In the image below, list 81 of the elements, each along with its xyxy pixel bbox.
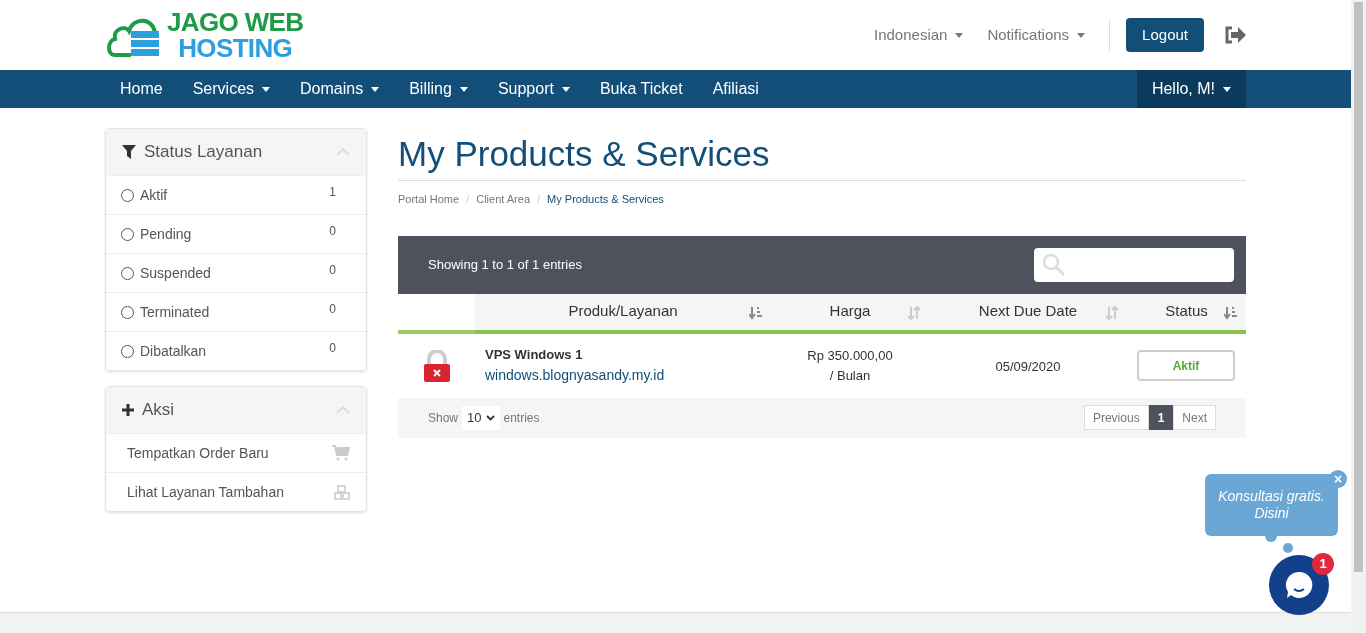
sort-icon bbox=[907, 305, 921, 320]
action-item[interactable]: Lihat Layanan Tambahan bbox=[106, 472, 366, 511]
count: 0 bbox=[329, 301, 336, 318]
entries-label: entries bbox=[503, 409, 540, 427]
panel-title: Status Layanan bbox=[144, 141, 263, 164]
entries-info: Showing 1 to 1 of 1 entries bbox=[428, 255, 582, 274]
breadcrumb-link[interactable]: Portal Home bbox=[398, 191, 460, 208]
caret-icon bbox=[459, 86, 468, 92]
chevron-down-icon bbox=[485, 414, 495, 421]
action-item[interactable]: Tempatkan Order Baru bbox=[106, 433, 366, 472]
sort-icon bbox=[1224, 305, 1238, 320]
column-header[interactable]: Status bbox=[1127, 293, 1246, 334]
page-button[interactable]: 1 bbox=[1148, 405, 1174, 430]
status-filter-item[interactable]: Pending 0 bbox=[106, 214, 366, 253]
notification-badge: 1 bbox=[1312, 553, 1334, 575]
nav-item[interactable]: Buka Ticket bbox=[584, 70, 698, 108]
nav-item[interactable]: Billing bbox=[394, 70, 483, 108]
cart-icon bbox=[332, 445, 350, 461]
filter-label: Terminated bbox=[140, 302, 210, 322]
count: 0 bbox=[329, 340, 336, 357]
product-name: VPS Windows 1 bbox=[485, 346, 584, 365]
show-label: Show bbox=[428, 409, 459, 427]
count: 0 bbox=[329, 223, 336, 240]
user-menu[interactable]: Hello, M! bbox=[1136, 70, 1246, 108]
caret-icon bbox=[371, 86, 380, 92]
chat-button[interactable] bbox=[1269, 555, 1329, 615]
sign-out-icon[interactable] bbox=[1224, 26, 1246, 44]
logo[interactable]: JAGO WEB HOSTING bbox=[105, 9, 304, 61]
top-link[interactable]: Indonesian bbox=[874, 23, 964, 47]
nav-item[interactable]: Domains bbox=[285, 70, 395, 108]
sort-icon bbox=[749, 305, 763, 320]
filter-label: Suspended bbox=[140, 263, 211, 283]
billing-cycle: / Bulan bbox=[829, 366, 871, 385]
page-size-select[interactable]: 10 bbox=[462, 405, 500, 430]
scrollbar[interactable] bbox=[1351, 0, 1366, 633]
panel-title: Aksi bbox=[142, 399, 175, 422]
search-field[interactable] bbox=[1034, 247, 1234, 282]
domain-link[interactable]: windows.blognyasandy.my.id bbox=[485, 364, 771, 386]
filter-label: Aktif bbox=[140, 185, 168, 205]
nav-item[interactable]: Afiliasi bbox=[697, 70, 774, 108]
status-filter-item[interactable]: Dibatalkan 0 bbox=[106, 331, 366, 370]
nav-item[interactable]: Services bbox=[177, 70, 286, 108]
count: 0 bbox=[329, 262, 336, 279]
plus-icon bbox=[122, 404, 134, 416]
logo-text: HOSTING bbox=[178, 35, 293, 61]
count: 1 bbox=[329, 184, 336, 201]
nav-item[interactable]: Support bbox=[482, 70, 585, 108]
bubble-tail-icon bbox=[1265, 536, 1295, 554]
status-filter-item[interactable]: Suspended 0 bbox=[106, 253, 366, 292]
filter-label: Pending bbox=[140, 224, 192, 244]
column-header[interactable]: Harga bbox=[771, 293, 929, 334]
top-link[interactable]: Notifications bbox=[987, 23, 1086, 47]
sort-icon bbox=[1105, 305, 1119, 320]
previous-button[interactable]: Previous bbox=[1083, 405, 1149, 430]
logout-button[interactable]: Logout bbox=[1126, 18, 1204, 52]
caret-icon bbox=[1077, 32, 1086, 38]
filter-icon bbox=[122, 145, 136, 159]
lock-icon bbox=[422, 349, 451, 382]
page-title: My Products & Services bbox=[398, 133, 771, 175]
search-icon bbox=[1042, 252, 1066, 277]
price: Rp 350.000,00 bbox=[807, 347, 893, 365]
status-filter-item[interactable]: Terminated 0 bbox=[106, 292, 366, 331]
due-date: 05/09/2020 bbox=[995, 358, 1061, 374]
caret-icon bbox=[561, 86, 570, 92]
logo-text: JAGO WEB bbox=[167, 9, 304, 35]
next-button[interactable]: Next bbox=[1173, 405, 1216, 430]
column-header[interactable]: Next Due Date bbox=[929, 293, 1127, 334]
breadcrumb-separator: / bbox=[537, 192, 541, 207]
breadcrumb-link[interactable]: My Products & Services bbox=[547, 191, 664, 208]
breadcrumb-separator: / bbox=[466, 192, 470, 207]
chat-icon bbox=[1284, 570, 1314, 600]
caret-icon bbox=[955, 32, 964, 38]
filter-label: Dibatalkan bbox=[140, 341, 207, 361]
status-filter-item[interactable]: Aktif 1 bbox=[106, 175, 366, 214]
cubes-icon bbox=[334, 484, 350, 500]
breadcrumb-link[interactable]: Client Area bbox=[476, 191, 530, 208]
status-label: Aktif bbox=[1137, 350, 1235, 381]
caret-icon bbox=[262, 86, 271, 92]
column-header[interactable]: Produk/Layanan bbox=[475, 293, 771, 334]
caret-icon bbox=[1223, 86, 1231, 92]
nav-item[interactable]: Home bbox=[105, 70, 178, 108]
